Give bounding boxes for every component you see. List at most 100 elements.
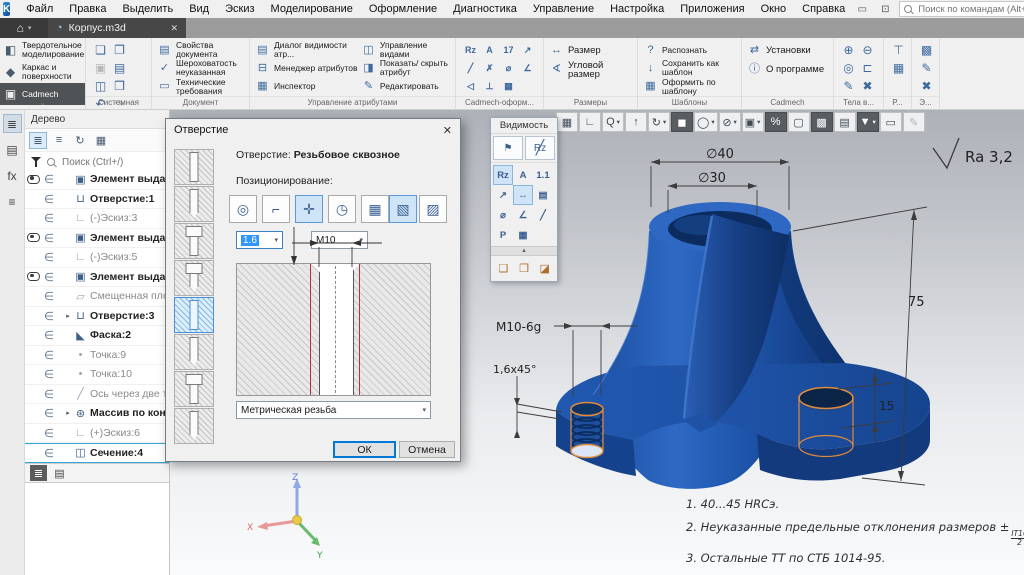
hole-type-thumbnail[interactable] xyxy=(174,371,214,407)
menu-item[interactable]: Окно xyxy=(753,3,795,15)
tree-item[interactable]: ∈ ▸ ▱ Смещенная пло... xyxy=(25,287,169,307)
view-tool-button[interactable]: ▭ ▾ xyxy=(880,112,902,132)
quick-access-icon[interactable]: ▭ xyxy=(853,2,871,16)
menu-item[interactable]: Оформление xyxy=(361,3,445,15)
visibility-toggle-button[interactable]: ▤ xyxy=(533,185,553,205)
tree-item[interactable]: ∈ ▸ ⊛ Массив по конц... xyxy=(25,404,169,424)
menu-item[interactable]: Приложения xyxy=(672,3,752,15)
tree-toolbar-button[interactable]: ▦ xyxy=(92,132,110,149)
hole-type-thumbnail[interactable] xyxy=(174,408,214,444)
visibility-eye-icon[interactable] xyxy=(25,409,41,418)
menu-item[interactable]: Настройка xyxy=(602,3,672,15)
expander-icon[interactable]: ▸ xyxy=(63,312,73,320)
tree-item[interactable]: ∈ ▸ • Точка:10 xyxy=(25,365,169,385)
tree-item[interactable]: ∈ ▸ ⊔ Отверстие:3 xyxy=(25,307,169,327)
bodies-tool-button[interactable]: ⊕ xyxy=(839,41,858,59)
ribbon-command[interactable]: ✓ Шероховатость неуказанная xyxy=(157,59,244,77)
positioning-button[interactable]: ▦ xyxy=(361,195,389,223)
tree-item[interactable]: ∈ ▸ ▣ Элемент выдавл... xyxy=(25,229,169,249)
e-tool-button[interactable]: ✎ xyxy=(917,59,936,77)
view-tool-button[interactable]: Q ▾ xyxy=(602,112,624,132)
panel-switch-button[interactable]: ≣ xyxy=(3,114,22,133)
e-tool-button[interactable]: ▩ xyxy=(917,41,936,59)
ribbon-command[interactable]: ↔ Размер xyxy=(549,41,632,60)
modes-collapse-chevron[interactable]: ⌄ xyxy=(0,99,85,109)
visibility-toggle-button[interactable]: A xyxy=(513,165,533,185)
visibility-toggle-button[interactable]: P xyxy=(493,225,513,245)
ribbon-command[interactable]: ▤ Свойства документа xyxy=(157,41,244,59)
visibility-eye-icon[interactable] xyxy=(25,175,41,184)
view-tool-button[interactable]: ✎ ▾ xyxy=(903,112,925,132)
visibility-eye-icon[interactable] xyxy=(25,370,41,379)
visibility-eye-icon[interactable] xyxy=(25,233,41,242)
ribbon-command[interactable]: ⊟ Менеджер атрибутов xyxy=(255,59,358,77)
visibility-eye-icon[interactable] xyxy=(25,292,41,301)
decor-tool-button[interactable]: ⊥ xyxy=(480,77,499,95)
visibility-toggle-button[interactable]: ▦ xyxy=(513,225,533,245)
visibility-eye-icon[interactable] xyxy=(25,272,41,281)
decor-tool-button[interactable]: ✗ xyxy=(480,59,499,77)
bodies-tool-button[interactable]: ⊏ xyxy=(858,59,877,77)
view-tool-button[interactable]: ◼ ▾ xyxy=(671,112,693,132)
system-tool-button[interactable]: ❏ xyxy=(91,41,110,59)
home-button[interactable]: ⌂ ▾ xyxy=(0,18,48,38)
quick-access-icon[interactable]: ⊡ xyxy=(876,2,894,16)
ok-button[interactable]: ОК xyxy=(333,441,396,458)
section-style-button[interactable]: ▧ xyxy=(389,195,417,223)
visibility-toggle-button[interactable]: Rz xyxy=(493,165,513,185)
visibility-big-button[interactable]: Rz ╱ xyxy=(525,136,555,160)
system-tool-button[interactable]: ◫ xyxy=(91,77,110,95)
command-search[interactable] xyxy=(899,1,1024,17)
visibility-eye-icon[interactable] xyxy=(25,194,41,203)
tree-search-input[interactable] xyxy=(60,156,164,169)
view-tool-button[interactable]: ⊘ ▾ xyxy=(719,112,741,132)
visibility-eye-icon[interactable] xyxy=(25,331,41,340)
ribbon-command[interactable]: ▦ Оформить по шаблону xyxy=(643,78,736,96)
system-tool-button[interactable]: ▣ xyxy=(91,59,110,77)
positioning-button[interactable]: ◷ xyxy=(328,195,356,223)
decor-tool-button[interactable]: 17 xyxy=(499,41,518,59)
decor-tool-button[interactable]: Rz xyxy=(461,41,480,59)
view-tool-button[interactable]: ▢ ▾ xyxy=(788,112,810,132)
bodies-tool-button[interactable]: ⊖ xyxy=(858,41,877,59)
ribbon-command[interactable]: ▦ Инспектор xyxy=(255,78,358,96)
ribbon-command[interactable]: ⇄ Установки xyxy=(747,41,824,60)
system-tool-button[interactable]: ▤ xyxy=(110,59,129,77)
visibility-toggle-button[interactable]: ↗ xyxy=(493,185,513,205)
ribbon-command[interactable]: ⓘ О программе xyxy=(747,60,824,79)
ribbon-command[interactable]: ✎ Редактировать xyxy=(361,78,450,96)
menu-item[interactable]: Моделирование xyxy=(263,3,361,15)
positioning-button[interactable]: ⌐ xyxy=(262,195,290,223)
command-search-input[interactable] xyxy=(916,3,1024,16)
hole-type-thumbnail[interactable] xyxy=(174,149,214,185)
visibility-eye-icon[interactable] xyxy=(25,311,41,320)
visibility-toggle-button[interactable]: ╱ xyxy=(533,205,553,225)
visibility-toggle-button[interactable]: ⌀ xyxy=(493,205,513,225)
mode-item[interactable]: ◆ Каркас и поверхности xyxy=(0,61,85,83)
menu-item[interactable]: Правка xyxy=(61,3,114,15)
decor-tool-button[interactable]: A xyxy=(480,41,499,59)
r-tool-button[interactable]: ▦ xyxy=(889,59,908,77)
tree-item[interactable]: ∈ ▸ • Точка:9 xyxy=(25,346,169,366)
visibility-toggle-button[interactable]: ∠ xyxy=(513,205,533,225)
hole-type-thumbnail[interactable] xyxy=(174,186,214,222)
expander-icon[interactable]: ▸ xyxy=(63,409,73,417)
view-tool-button[interactable]: ▩ ▾ xyxy=(811,112,833,132)
tree-tab-button[interactable]: ≣ xyxy=(30,465,47,481)
tree-toolbar-button[interactable]: ≣ xyxy=(29,132,47,149)
dialog-close-icon[interactable]: ✕ xyxy=(443,124,452,137)
r-tool-button[interactable]: ⊤ xyxy=(889,41,908,59)
view-tool-button[interactable]: ◯ ▾ xyxy=(694,112,718,132)
menu-item[interactable]: Эскиз xyxy=(217,3,262,15)
visibility-big-button[interactable]: ⚑ ╱ xyxy=(493,136,523,160)
panel-switch-button[interactable]: ≡ xyxy=(3,192,22,211)
hole-type-thumbnail[interactable] xyxy=(174,297,214,333)
section-style-button[interactable]: ▨ xyxy=(419,195,447,223)
hole-type-thumbnail[interactable] xyxy=(174,260,214,296)
view-tool-button[interactable]: ↑ ▾ xyxy=(625,112,647,132)
panel-switch-button[interactable]: fx xyxy=(3,166,22,185)
tree-item[interactable]: ∈ ▸ ▣ Элемент выдавл... xyxy=(25,170,169,190)
tree-tab-button[interactable]: ▤ xyxy=(51,465,68,481)
dialog-title-bar[interactable]: Отверстие ✕ xyxy=(166,119,460,141)
decor-tool-button[interactable]: ↗ xyxy=(518,41,537,59)
